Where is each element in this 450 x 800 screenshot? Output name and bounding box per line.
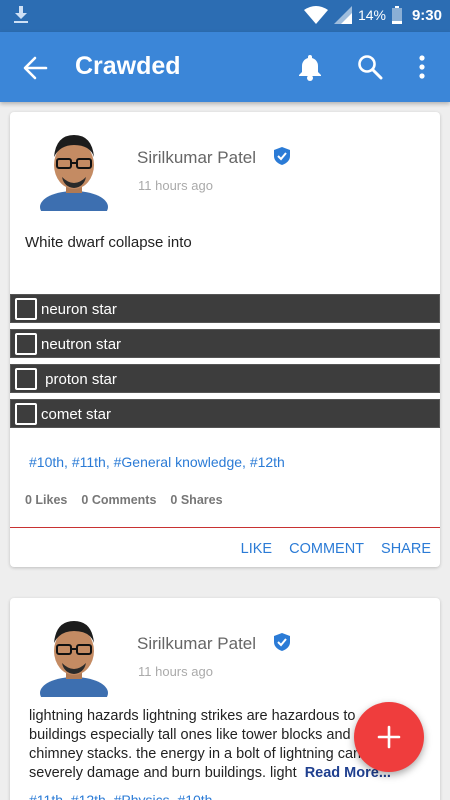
tag-link[interactable]: #11th	[72, 454, 106, 470]
tag-link[interactable]: #Physics	[114, 792, 170, 800]
bell-icon[interactable]	[297, 53, 323, 81]
author-name[interactable]: Sirilkumar Patel	[137, 148, 256, 168]
tag-link[interactable]: #12th	[71, 792, 106, 800]
battery-icon	[391, 6, 402, 24]
verified-icon	[274, 633, 290, 651]
battery-percent: 14%	[357, 7, 386, 23]
tag-link[interactable]: #10th	[29, 454, 64, 470]
poll-option-label: neuron star	[41, 301, 117, 318]
post-body-line: severely damage and burn buildings. ligh…	[29, 765, 297, 781]
status-bar: 14% 9:30	[0, 0, 450, 32]
comments-count: 0 Comments	[81, 493, 157, 507]
poll-option-label: comet star	[41, 406, 112, 423]
tag-link[interactable]: #10th	[177, 792, 212, 800]
author-name[interactable]: Sirilkumar Patel	[137, 634, 256, 654]
divider	[10, 527, 440, 528]
app-bar: Crawded	[0, 32, 450, 102]
post-time: 11 hours ago	[138, 664, 213, 679]
share-button[interactable]: SHARE	[381, 541, 431, 557]
clock: 9:30	[411, 6, 442, 24]
tag-link[interactable]: #11th	[29, 792, 63, 800]
app-title: Crawded	[75, 52, 181, 80]
poll-option[interactable]: proton star	[10, 364, 440, 393]
shares-count: 0 Shares	[170, 493, 223, 507]
tag-list: #11th, #12th, #Physics, #10th	[29, 792, 212, 800]
wifi-icon	[303, 6, 328, 24]
like-button[interactable]: LIKE	[241, 541, 272, 557]
checkbox[interactable]	[15, 333, 37, 355]
plus-icon	[377, 725, 401, 749]
checkbox[interactable]	[15, 403, 37, 425]
poll-option-label: proton star	[41, 371, 117, 388]
more-vert-icon[interactable]	[414, 54, 430, 80]
avatar[interactable]	[38, 615, 110, 697]
download-icon	[14, 6, 28, 23]
poll-option-label: neutron star	[41, 336, 122, 353]
avatar[interactable]	[38, 129, 110, 211]
checkbox[interactable]	[15, 298, 37, 320]
checkbox[interactable]	[15, 368, 37, 390]
tag-list: #10th, #11th, #General knowledge, #12th	[29, 454, 285, 470]
poll-option[interactable]: comet star	[10, 399, 440, 428]
back-arrow-icon[interactable]	[22, 55, 48, 81]
verified-icon	[274, 147, 290, 165]
post-time: 11 hours ago	[138, 178, 213, 193]
post-actions: LIKE COMMENT SHARE	[241, 541, 431, 557]
signal-icon	[333, 6, 352, 24]
tag-link[interactable]: #General knowledge	[114, 454, 242, 470]
post-card: Sirilkumar Patel 11 hours ago White dwar…	[10, 112, 440, 567]
tag-link[interactable]: #12th	[250, 454, 285, 470]
likes-count: 0 Likes	[25, 493, 68, 507]
poll-option[interactable]: neutron star	[10, 329, 440, 358]
comment-button[interactable]: COMMENT	[289, 541, 364, 557]
add-post-button[interactable]	[354, 702, 424, 772]
search-icon[interactable]	[357, 54, 383, 80]
poll-option[interactable]: neuron star	[10, 294, 440, 323]
post-stats: 0 Likes 0 Comments 0 Shares	[25, 493, 223, 507]
poll-question: White dwarf collapse into	[25, 234, 192, 251]
